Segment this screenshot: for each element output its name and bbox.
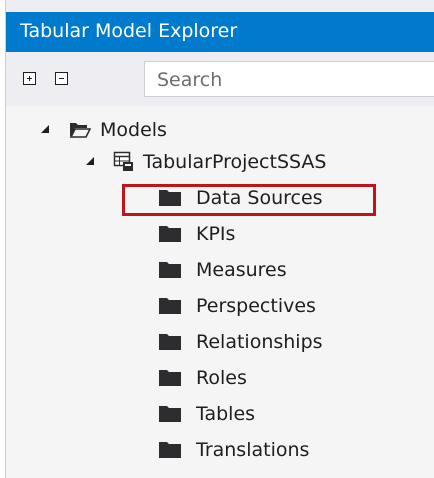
tree-node-relationships[interactable]: Relationships: [6, 328, 434, 358]
collapse-all-button[interactable]: [50, 68, 72, 90]
folder-icon: [159, 226, 181, 242]
folder-icon: [159, 442, 181, 458]
panel-title-bar: Tabular Model Explorer: [6, 12, 434, 52]
tree-node-kpis[interactable]: KPIs: [6, 220, 434, 250]
explorer-toolbar: Search: [6, 52, 434, 106]
tree-node-translations[interactable]: Translations: [6, 436, 434, 466]
expand-all-button[interactable]: [18, 68, 40, 90]
expanded-arrow-icon[interactable]: [40, 124, 50, 134]
folder-icon: [159, 262, 181, 278]
tree-node-label: KPIs: [196, 223, 236, 245]
tree-node-roles[interactable]: Roles: [6, 364, 434, 394]
open-folder-icon: [69, 123, 91, 138]
tree-node-label: Data Sources: [196, 187, 323, 209]
plus-box-icon: [23, 72, 36, 85]
tabular-model-explorer-panel: Tabular Model Explorer Search Models Tab…: [5, 0, 434, 478]
panel-title: Tabular Model Explorer: [20, 20, 238, 42]
minus-box-icon: [55, 72, 68, 85]
tree-node-project[interactable]: TabularProjectSSAS: [6, 148, 434, 178]
tabular-model-icon: [113, 151, 133, 171]
folder-icon: [159, 370, 181, 386]
tree-node-measures[interactable]: Measures: [6, 256, 434, 286]
tree-node-label: Tables: [196, 403, 256, 425]
folder-icon: [159, 298, 181, 314]
folder-icon: [159, 406, 181, 422]
tree-node-label: Measures: [196, 259, 287, 281]
folder-icon: [159, 334, 181, 350]
model-tree: Models TabularProjectSSAS Data Sources K…: [6, 106, 434, 478]
tree-node-tables[interactable]: Tables: [6, 400, 434, 430]
tree-node-label: Translations: [196, 439, 310, 461]
tree-node-models[interactable]: Models: [6, 116, 434, 146]
search-placeholder: Search: [157, 69, 223, 91]
tree-node-label: TabularProjectSSAS: [143, 151, 327, 173]
tree-node-data-sources[interactable]: Data Sources: [6, 184, 434, 214]
tree-node-perspectives[interactable]: Perspectives: [6, 292, 434, 322]
tree-node-label: Perspectives: [196, 295, 316, 317]
folder-icon: [159, 190, 181, 206]
expanded-arrow-icon[interactable]: [85, 156, 95, 166]
tree-node-label: Models: [100, 119, 167, 141]
search-input[interactable]: Search: [144, 61, 434, 97]
tree-node-label: Relationships: [196, 331, 323, 353]
tree-node-label: Roles: [196, 367, 247, 389]
